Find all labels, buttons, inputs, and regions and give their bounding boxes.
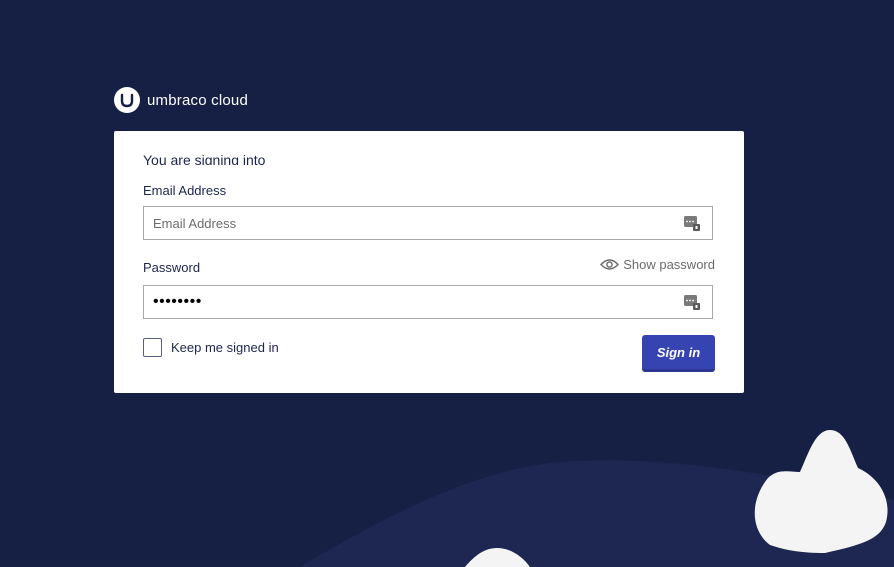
email-field[interactable] [143,206,713,240]
sign-in-button[interactable]: Sign in [642,335,715,372]
cloud-shape-right [754,430,888,553]
password-field[interactable]: •••••••• [143,285,713,319]
brand: umbraco cloud [114,86,248,114]
signing-into-text: You are signing into [143,152,266,165]
password-manager-icon[interactable] [684,216,700,231]
email-label: Email Address [143,183,227,198]
login-page: umbraco cloud You are signing into Email… [0,0,894,567]
password-manager-icon[interactable] [684,295,700,310]
email-input[interactable] [153,208,673,238]
password-label: Password [143,260,201,275]
brand-name: umbraco cloud [147,91,248,109]
umbraco-logo-icon [114,87,140,113]
keep-signed-in-checkbox[interactable] [143,338,162,357]
keep-signed-in[interactable]: Keep me signed in [143,338,279,357]
eye-icon [600,259,620,270]
login-card: You are signing into Email Address Passw… [114,131,744,393]
keep-signed-in-label: Keep me signed in [171,340,279,355]
password-input[interactable]: •••••••• [153,293,202,311]
show-password-label: Show password [623,257,715,272]
show-password-toggle[interactable]: Show password [600,257,715,272]
